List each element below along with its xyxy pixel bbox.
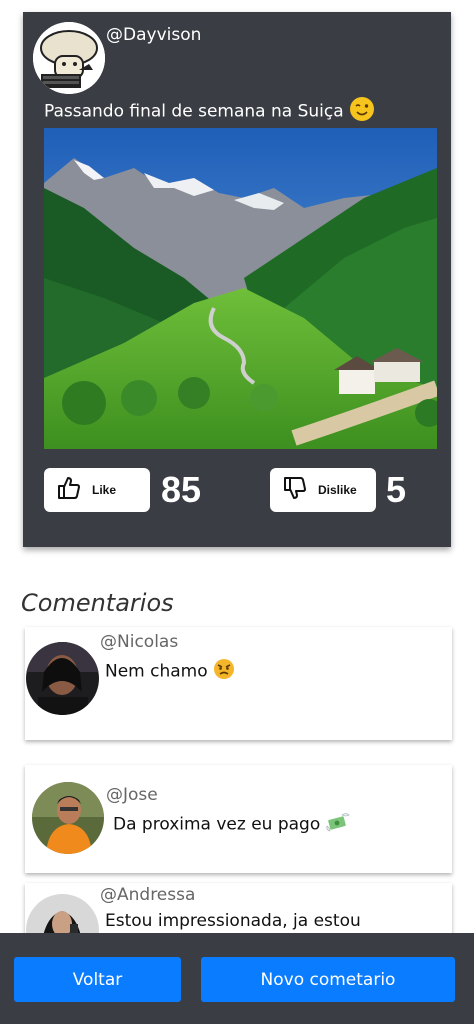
angry-face-emoji-icon <box>213 658 235 685</box>
footer-bar: Voltar Novo cometario <box>0 933 474 1024</box>
comment-text: Estou impressionada, ja estou <box>105 911 361 931</box>
new-comment-button[interactable]: Novo cometario <box>201 957 455 1002</box>
like-label: Like <box>92 483 117 497</box>
dislike-count: 5 <box>386 469 407 510</box>
post-photo <box>44 128 437 449</box>
comment-text-content: Nem chamo <box>105 661 208 682</box>
money-with-wings-emoji-icon <box>326 811 350 838</box>
comment-card: @Nicolas Nem chamo <box>25 627 452 740</box>
commenter-avatar[interactable] <box>26 642 99 715</box>
post-author-avatar[interactable] <box>33 22 105 94</box>
like-button[interactable]: Like <box>44 468 150 512</box>
comment-text: Da proxima vez eu pago <box>113 811 350 838</box>
commenter-avatar[interactable] <box>32 782 104 854</box>
winking-face-emoji-icon <box>349 96 375 127</box>
like-count: 85 <box>161 469 202 510</box>
back-button[interactable]: Voltar <box>14 957 181 1002</box>
commenter-username[interactable]: @Andressa <box>100 885 195 905</box>
thumbs-up-icon <box>56 475 82 505</box>
post-author-username[interactable]: @Dayvison <box>106 25 201 45</box>
post-caption: Passando final de semana na Suiça <box>44 96 375 127</box>
post-card: @Dayvison Passando final de semana na Su… <box>23 12 451 547</box>
commenter-username[interactable]: @Nicolas <box>100 632 178 652</box>
comment-card: @Jose Da proxima vez eu pago <box>25 765 452 873</box>
comments-heading: Comentarios <box>21 589 174 617</box>
dislike-label: Dislike <box>318 483 357 497</box>
comment-text: Nem chamo <box>105 658 235 685</box>
commenter-username[interactable]: @Jose <box>106 785 158 805</box>
comment-text-content: Da proxima vez eu pago <box>113 814 321 835</box>
post-detail-screen: @Dayvison Passando final de semana na Su… <box>0 0 474 1024</box>
post-caption-text: Passando final de semana na Suiça <box>44 101 344 122</box>
thumbs-down-icon <box>282 475 308 505</box>
dislike-button[interactable]: Dislike <box>270 468 376 512</box>
